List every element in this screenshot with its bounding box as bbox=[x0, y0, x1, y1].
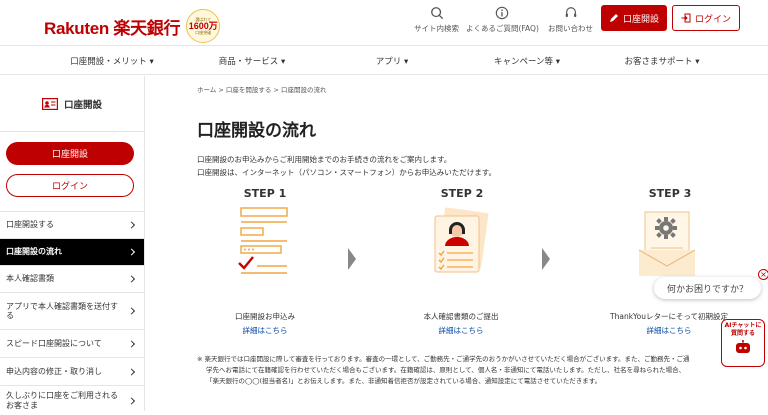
step-2-label: STEP 2 bbox=[440, 187, 484, 200]
sidebar-menu: 口座開設する 口座開設の流れ 本人確認書類 アプリで本人確認書類を送付する スピ… bbox=[0, 211, 144, 415]
nav-app[interactable]: アプリ ▾ bbox=[322, 47, 462, 75]
screening-note: ※ 楽天銀行では口座開設に際して審査を行っております。審査の一環として、ご勤務先… bbox=[197, 355, 690, 385]
header-login-label: ログイン bbox=[694, 14, 731, 25]
sidebar-item-modify-cancel[interactable]: 申込内容の修正・取り消し bbox=[0, 357, 144, 385]
info-icon bbox=[496, 6, 509, 20]
chevron-right-icon bbox=[127, 221, 136, 229]
nav-products-services[interactable]: 商品・サービス ▾ bbox=[182, 47, 322, 75]
faq-label: よくあるご質問(FAQ) bbox=[466, 24, 539, 33]
sidebar: 口座開設 口座開設 ログイン 口座開設する 口座開設の流れ 本人確認書類 アプリ… bbox=[0, 76, 144, 411]
pen-icon bbox=[609, 14, 618, 22]
arrow-right-icon bbox=[542, 248, 550, 270]
nav-account-merit[interactable]: 口座開設・メリット ▾ bbox=[42, 47, 182, 75]
header-open-account-label: 口座開設 bbox=[622, 14, 659, 25]
chevron-right-icon bbox=[127, 275, 136, 283]
sidebar-open-account-button[interactable]: 口座開設 bbox=[6, 142, 134, 165]
chevron-right-icon bbox=[127, 396, 136, 405]
letter-gear-icon bbox=[638, 211, 696, 276]
chevron-right-icon bbox=[127, 339, 136, 348]
global-nav: 口座開設・メリット ▾ 商品・サービス ▾ アプリ ▾ キャンペーン等 ▾ お客… bbox=[0, 47, 768, 75]
step-3-detail-link[interactable]: 詳細はこちら bbox=[599, 325, 739, 336]
login-icon bbox=[681, 13, 691, 23]
nav-support[interactable]: お客さまサポート ▾ bbox=[592, 47, 732, 75]
main-content: ホーム > 口座を開設する > 口座開設の流れ 口座開設の流れ 口座開設のお申込… bbox=[144, 76, 768, 411]
sidebar-item-speed-open[interactable]: スピード口座開設について bbox=[0, 329, 144, 357]
step-2-detail-link[interactable]: 詳細はこちら bbox=[391, 325, 531, 336]
chevron-right-icon bbox=[127, 367, 136, 376]
step-1-caption: 口座開設お申込み bbox=[235, 312, 295, 321]
sidebar-item-app-submit-id[interactable]: アプリで本人確認書類を送付する bbox=[0, 292, 144, 329]
account-count-seal: 選ばれて 1600万 口座突破 bbox=[186, 9, 221, 43]
faq-link[interactable]: よくあるご質問(FAQ) bbox=[466, 6, 539, 34]
step-2-caption: 本人確認書類のご提出 bbox=[423, 312, 499, 321]
breadcrumb[interactable]: ホーム > 口座を開設する > 口座開設の流れ bbox=[197, 84, 326, 94]
chat-prompt-bubble[interactable]: 何かお困りですか？ bbox=[654, 277, 761, 299]
header-login-button[interactable]: ログイン bbox=[672, 5, 740, 31]
logo-text: Rakuten 楽天銀行 bbox=[44, 18, 181, 38]
nav-campaign[interactable]: キャンペーン等 ▾ bbox=[462, 47, 592, 75]
chevron-right-icon bbox=[127, 248, 136, 256]
robot-icon bbox=[736, 340, 750, 353]
search-icon bbox=[430, 7, 443, 20]
site-header: Rakuten 楽天銀行 選ばれて 1600万 口座突破 サイト内検索 よくある… bbox=[0, 0, 768, 46]
site-search-link[interactable]: サイト内検索 bbox=[414, 6, 459, 34]
id-card-icon bbox=[41, 97, 58, 110]
sidebar-login-button[interactable]: ログイン bbox=[6, 174, 134, 197]
intro-text: 口座開設のお申込みからご利用開始までのお手続きの流れをご案内します。 口座開設は… bbox=[197, 155, 497, 177]
arrow-right-icon bbox=[348, 248, 356, 270]
form-checklist-icon bbox=[238, 207, 288, 274]
chevron-right-icon bbox=[127, 307, 136, 315]
sidebar-item-id-documents[interactable]: 本人確認書類 bbox=[0, 265, 144, 292]
contact-label: お問い合わせ bbox=[548, 24, 593, 33]
contact-link[interactable]: お問い合わせ bbox=[548, 6, 593, 34]
site-search-label: サイト内検索 bbox=[414, 24, 459, 33]
step-3-caption: ThankYouレターにそって初期設定 bbox=[610, 312, 728, 321]
id-document-icon bbox=[434, 207, 489, 273]
headset-icon bbox=[565, 7, 576, 17]
ai-chat-button[interactable]: AIチャットに 質問する bbox=[721, 319, 765, 367]
step-3-label: STEP 3 bbox=[648, 187, 692, 200]
close-icon[interactable]: × bbox=[758, 269, 768, 280]
sidebar-item-open-account[interactable]: 口座開設する bbox=[0, 211, 144, 238]
sidebar-item-account-flow[interactable]: 口座開設の流れ bbox=[0, 238, 144, 265]
step-1-label: STEP 1 bbox=[243, 187, 287, 200]
sidebar-title: 口座開設 bbox=[0, 76, 144, 132]
step-1-detail-link[interactable]: 詳細はこちら bbox=[195, 325, 335, 336]
page-title: 口座開設の流れ bbox=[197, 121, 316, 141]
header-open-account-button[interactable]: 口座開設 bbox=[601, 5, 667, 31]
rakuten-bank-logo[interactable]: Rakuten 楽天銀行 選ばれて 1600万 口座突破 bbox=[44, 9, 221, 43]
